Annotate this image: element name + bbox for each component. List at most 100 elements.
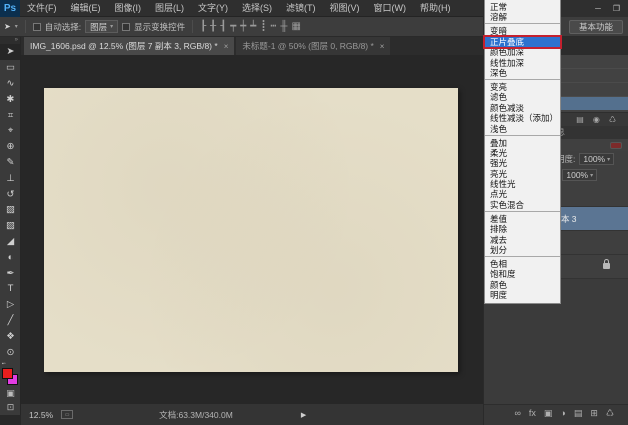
document-tab[interactable]: 未标题-1 @ 50% (图层 0, RGB/8) * × xyxy=(236,37,390,55)
align-bottom-edges-icon[interactable]: ┷ xyxy=(250,18,256,36)
align-left-edges-icon[interactable]: ┠ xyxy=(200,18,206,36)
blend-mode-option[interactable]: 柔光 xyxy=(485,148,560,158)
blend-mode-option[interactable]: 实色混合 xyxy=(485,200,560,212)
menu-item[interactable]: 窗口(W) xyxy=(367,0,414,17)
document-tab[interactable]: IMG_1606.psd @ 12.5% (图层 7 副本 3, RGB/8) … xyxy=(24,37,234,55)
dodge-tool[interactable]: ◐ xyxy=(0,249,21,265)
blend-mode-option[interactable]: 点光 xyxy=(485,189,560,199)
blend-mode-option[interactable]: 叠加 xyxy=(485,138,560,148)
layer-style-icon[interactable]: fx xyxy=(529,408,536,418)
blend-mode-option[interactable]: 色相 xyxy=(485,259,560,269)
path-selection-tool[interactable]: ▷ xyxy=(0,297,21,313)
blend-mode-option[interactable]: 线性减淡（添加） xyxy=(485,113,560,123)
fill-value[interactable]: 100% ▾ xyxy=(562,169,597,181)
toolbar-collapse-icon[interactable]: » xyxy=(0,37,20,44)
clone-stamp-tool[interactable]: ⊥ xyxy=(0,170,21,186)
blend-mode-option[interactable]: 亮光 xyxy=(485,169,560,179)
blend-mode-option[interactable]: 排除 xyxy=(485,224,560,234)
blend-mode-option[interactable]: 线性加深 xyxy=(485,58,560,68)
menu-item[interactable]: 文字(Y) xyxy=(191,0,235,17)
lasso-tool[interactable]: ∿ xyxy=(0,76,21,92)
eyedropper-tool[interactable]: ⌖ xyxy=(0,123,21,139)
adjustment-layer-icon[interactable]: ◑ xyxy=(560,408,565,418)
move-tool[interactable]: ➤ xyxy=(0,44,21,60)
opacity-value[interactable]: 100% ▾ xyxy=(579,153,614,165)
blend-mode-option[interactable]: 明度 xyxy=(485,290,560,300)
minimize-button[interactable]: ─ xyxy=(595,4,601,13)
tool-preset-caret-icon[interactable]: ▾ xyxy=(15,23,18,30)
menu-item[interactable]: 图像(I) xyxy=(108,0,149,17)
blend-mode-option[interactable]: 差值 xyxy=(485,214,560,224)
distribute-horizontal-icon[interactable]: ┅ xyxy=(270,18,276,36)
document-tab-bar: IMG_1606.psd @ 12.5% (图层 7 副本 3, RGB/8) … xyxy=(21,37,483,55)
distribute-vertical-icon[interactable]: ┋ xyxy=(260,18,266,36)
screen-mode-button[interactable]: ⊡ xyxy=(0,401,21,415)
blend-mode-option[interactable]: 减去 xyxy=(485,235,560,245)
blur-tool[interactable]: ◢ xyxy=(0,234,21,250)
threed-mode-icon[interactable]: ▦ xyxy=(291,18,300,36)
delete-state-icon[interactable]: ♺ xyxy=(609,115,616,124)
line-tool[interactable]: ╱ xyxy=(0,313,21,329)
marquee-tool[interactable]: ▭ xyxy=(0,60,21,76)
restore-button[interactable]: ❐ xyxy=(613,4,620,13)
blend-mode-option[interactable]: 正常 xyxy=(485,2,560,12)
blend-mode-option[interactable]: 颜色 xyxy=(485,280,560,290)
close-icon[interactable]: × xyxy=(224,38,229,55)
distribute-centers-icon[interactable]: ╫ xyxy=(280,18,287,36)
canvas-image[interactable] xyxy=(44,88,458,372)
blend-mode-option[interactable]: 变暗 xyxy=(485,26,560,36)
align-horizontal-centers-icon[interactable]: ╂ xyxy=(210,18,216,36)
menu-item[interactable]: 帮助(H) xyxy=(413,0,458,17)
auto-select-checkbox[interactable] xyxy=(33,23,41,31)
align-vertical-centers-icon[interactable]: ┿ xyxy=(240,18,246,36)
show-transform-checkbox[interactable] xyxy=(122,23,130,31)
add-mask-icon[interactable]: ▣ xyxy=(544,408,553,419)
align-right-edges-icon[interactable]: ┨ xyxy=(220,18,226,36)
history-brush-tool[interactable]: ↺ xyxy=(0,186,21,202)
menu-item[interactable]: 视图(V) xyxy=(323,0,367,17)
align-top-edges-icon[interactable]: ┯ xyxy=(230,18,236,36)
zoom-level-field[interactable]: 12.5% xyxy=(29,410,53,420)
blend-mode-option[interactable]: 滤色 xyxy=(485,92,560,102)
menu-item[interactable]: 文件(F) xyxy=(20,0,64,17)
quick-selection-tool[interactable]: ✱ xyxy=(0,91,21,107)
blend-mode-option[interactable]: 浅色 xyxy=(485,124,560,136)
pen-tool[interactable]: ✒ xyxy=(0,265,21,281)
new-document-from-state-icon[interactable]: ▤ xyxy=(576,115,584,124)
menu-item[interactable]: 编辑(E) xyxy=(64,0,108,17)
healing-brush-tool[interactable]: ⊕ xyxy=(0,139,21,155)
eraser-tool[interactable]: ▨ xyxy=(0,202,21,218)
blend-mode-option[interactable]: 饱和度 xyxy=(485,269,560,279)
blend-mode-option[interactable]: 溶解 xyxy=(485,12,560,24)
blend-mode-option[interactable]: 颜色加深 xyxy=(485,47,560,57)
menu-item[interactable]: 图层(L) xyxy=(148,0,191,17)
default-colors-icon[interactable]: ▪▫ xyxy=(2,361,6,367)
blend-mode-option[interactable]: 线性光 xyxy=(485,179,560,189)
blend-mode-option[interactable]: 深色 xyxy=(485,68,560,80)
blend-mode-option[interactable]: 颜色减淡 xyxy=(485,103,560,113)
gradient-tool[interactable]: ▧ xyxy=(0,218,21,234)
brush-tool[interactable]: ✎ xyxy=(0,155,21,171)
quick-mask-button[interactable]: ▣ xyxy=(0,387,21,401)
auto-select-dropdown[interactable]: 图层 ▾ xyxy=(85,20,118,33)
blend-mode-option[interactable]: 变亮 xyxy=(485,82,560,92)
workspace-switcher-button[interactable]: 基本功能 xyxy=(569,20,623,34)
crop-tool[interactable]: ⌗ xyxy=(0,107,21,123)
blend-mode-option[interactable]: 正片叠底 xyxy=(485,37,560,47)
hand-tool[interactable]: ❖ xyxy=(0,328,21,344)
close-icon[interactable]: × xyxy=(380,38,385,55)
foreground-color-swatch[interactable] xyxy=(2,368,13,379)
link-layers-icon[interactable]: ∞ xyxy=(514,408,520,418)
new-layer-icon[interactable]: ⊞ xyxy=(590,408,598,419)
new-snapshot-icon[interactable]: ◉ xyxy=(593,115,600,124)
menu-item[interactable]: 滤镜(T) xyxy=(279,0,323,17)
status-options-arrow-icon[interactable]: ▶ xyxy=(301,411,306,419)
zoom-tool[interactable]: ⊙ xyxy=(0,344,21,360)
new-group-icon[interactable]: ▤ xyxy=(574,408,583,419)
filter-toggle[interactable] xyxy=(610,142,622,149)
blend-mode-option[interactable]: 划分 xyxy=(485,245,560,257)
type-tool[interactable]: T xyxy=(0,281,21,297)
menu-item[interactable]: 选择(S) xyxy=(235,0,279,17)
delete-layer-icon[interactable]: ♺ xyxy=(606,408,614,419)
blend-mode-option[interactable]: 强光 xyxy=(485,158,560,168)
